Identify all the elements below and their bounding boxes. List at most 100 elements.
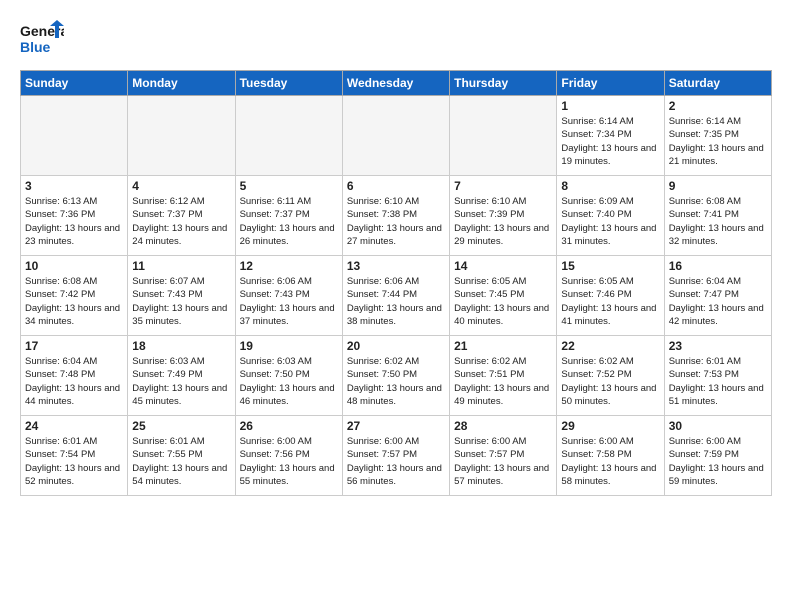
day-number: 11 (132, 259, 230, 273)
day-info: Sunrise: 6:12 AM Sunset: 7:37 PM Dayligh… (132, 195, 230, 248)
day-info: Sunrise: 6:06 AM Sunset: 7:44 PM Dayligh… (347, 275, 445, 328)
header-area: General Blue (20, 16, 772, 60)
day-info: Sunrise: 6:05 AM Sunset: 7:46 PM Dayligh… (561, 275, 659, 328)
calendar-cell: 13 Sunrise: 6:06 AM Sunset: 7:44 PM Dayli… (342, 256, 449, 336)
day-number: 1 (561, 99, 659, 113)
calendar-cell (450, 96, 557, 176)
calendar-cell: 10Sunrise: 6:08 AM Sunset: 7:42 PM Dayli… (21, 256, 128, 336)
day-number: 30 (669, 419, 767, 433)
day-info: Sunrise: 6:00 AM Sunset: 7:57 PM Dayligh… (347, 435, 445, 488)
calendar-cell: 17 Sunrise: 6:04 AM Sunset: 7:48 PM Dayli… (21, 336, 128, 416)
day-number: 29 (561, 419, 659, 433)
day-info: Sunrise: 6:08 AM Sunset: 7:41 PM Dayligh… (669, 195, 767, 248)
day-info: Sunrise: 6:00 AM Sunset: 7:56 PM Dayligh… (240, 435, 338, 488)
calendar-cell: 16 Sunrise: 6:04 AM Sunset: 7:47 PM Dayli… (664, 256, 771, 336)
calendar-week-row: 3 Sunrise: 6:13 AM Sunset: 7:36 PM Daylig… (21, 176, 772, 256)
calendar-cell (342, 96, 449, 176)
weekday-header: Friday (557, 71, 664, 96)
day-number: 21 (454, 339, 552, 353)
calendar-cell: 6 Sunrise: 6:10 AM Sunset: 7:38 PM Daylig… (342, 176, 449, 256)
day-number: 22 (561, 339, 659, 353)
day-info: Sunrise: 6:02 AM Sunset: 7:52 PM Dayligh… (561, 355, 659, 408)
day-number: 24 (25, 419, 123, 433)
calendar-cell (235, 96, 342, 176)
day-number: 4 (132, 179, 230, 193)
calendar-header-row: SundayMondayTuesdayWednesdayThursdayFrid… (21, 71, 772, 96)
calendar-cell: 5Sunrise: 6:11 AM Sunset: 7:37 PM Daylig… (235, 176, 342, 256)
calendar-cell: 8 Sunrise: 6:09 AM Sunset: 7:40 PM Daylig… (557, 176, 664, 256)
day-number: 10 (25, 259, 123, 273)
calendar-cell: 2Sunrise: 6:14 AM Sunset: 7:35 PM Daylig… (664, 96, 771, 176)
day-number: 6 (347, 179, 445, 193)
day-info: Sunrise: 6:04 AM Sunset: 7:47 PM Dayligh… (669, 275, 767, 328)
calendar-cell: 23 Sunrise: 6:01 AM Sunset: 7:53 PM Dayli… (664, 336, 771, 416)
logo: General Blue (20, 16, 64, 60)
day-info: Sunrise: 6:14 AM Sunset: 7:34 PM Dayligh… (561, 115, 659, 168)
day-info: Sunrise: 6:10 AM Sunset: 7:38 PM Dayligh… (347, 195, 445, 248)
day-number: 19 (240, 339, 338, 353)
day-info: Sunrise: 6:01 AM Sunset: 7:53 PM Dayligh… (669, 355, 767, 408)
calendar-week-row: 1 Sunrise: 6:14 AM Sunset: 7:34 PM Daylig… (21, 96, 772, 176)
weekday-header: Wednesday (342, 71, 449, 96)
calendar-cell (128, 96, 235, 176)
day-info: Sunrise: 6:13 AM Sunset: 7:36 PM Dayligh… (25, 195, 123, 248)
day-number: 12 (240, 259, 338, 273)
day-number: 27 (347, 419, 445, 433)
day-info: Sunrise: 6:10 AM Sunset: 7:39 PM Dayligh… (454, 195, 552, 248)
day-info: Sunrise: 6:01 AM Sunset: 7:54 PM Dayligh… (25, 435, 123, 488)
day-info: Sunrise: 6:01 AM Sunset: 7:55 PM Dayligh… (132, 435, 230, 488)
day-number: 13 (347, 259, 445, 273)
day-number: 2 (669, 99, 767, 113)
calendar-cell: 1 Sunrise: 6:14 AM Sunset: 7:34 PM Daylig… (557, 96, 664, 176)
day-number: 7 (454, 179, 552, 193)
calendar-cell: 19 Sunrise: 6:03 AM Sunset: 7:50 PM Dayli… (235, 336, 342, 416)
logo-svg: General Blue (20, 16, 64, 60)
day-number: 25 (132, 419, 230, 433)
calendar-cell: 7 Sunrise: 6:10 AM Sunset: 7:39 PM Daylig… (450, 176, 557, 256)
weekday-header: Saturday (664, 71, 771, 96)
day-info: Sunrise: 6:02 AM Sunset: 7:50 PM Dayligh… (347, 355, 445, 408)
day-info: Sunrise: 6:07 AM Sunset: 7:43 PM Dayligh… (132, 275, 230, 328)
day-number: 8 (561, 179, 659, 193)
day-number: 28 (454, 419, 552, 433)
weekday-header: Monday (128, 71, 235, 96)
day-number: 17 (25, 339, 123, 353)
weekday-header: Thursday (450, 71, 557, 96)
day-number: 26 (240, 419, 338, 433)
day-info: Sunrise: 6:06 AM Sunset: 7:43 PM Dayligh… (240, 275, 338, 328)
calendar-cell: 20Sunrise: 6:02 AM Sunset: 7:50 PM Dayli… (342, 336, 449, 416)
day-info: Sunrise: 6:00 AM Sunset: 7:57 PM Dayligh… (454, 435, 552, 488)
weekday-header: Sunday (21, 71, 128, 96)
weekday-header: Tuesday (235, 71, 342, 96)
day-info: Sunrise: 6:09 AM Sunset: 7:40 PM Dayligh… (561, 195, 659, 248)
svg-text:Blue: Blue (20, 39, 51, 55)
calendar: SundayMondayTuesdayWednesdayThursdayFrid… (20, 70, 772, 496)
calendar-week-row: 24 Sunrise: 6:01 AM Sunset: 7:54 PM Dayli… (21, 416, 772, 496)
day-info: Sunrise: 6:03 AM Sunset: 7:49 PM Dayligh… (132, 355, 230, 408)
day-number: 23 (669, 339, 767, 353)
calendar-cell: 12 Sunrise: 6:06 AM Sunset: 7:43 PM Dayli… (235, 256, 342, 336)
day-number: 16 (669, 259, 767, 273)
calendar-week-row: 17 Sunrise: 6:04 AM Sunset: 7:48 PM Dayli… (21, 336, 772, 416)
calendar-cell: 4 Sunrise: 6:12 AM Sunset: 7:37 PM Daylig… (128, 176, 235, 256)
day-info: Sunrise: 6:04 AM Sunset: 7:48 PM Dayligh… (25, 355, 123, 408)
day-number: 14 (454, 259, 552, 273)
calendar-cell: 21Sunrise: 6:02 AM Sunset: 7:51 PM Dayli… (450, 336, 557, 416)
calendar-cell: 30Sunrise: 6:00 AM Sunset: 7:59 PM Dayli… (664, 416, 771, 496)
calendar-cell: 18Sunrise: 6:03 AM Sunset: 7:49 PM Dayli… (128, 336, 235, 416)
page: General Blue SundayMondayTuesdayWednesda… (0, 0, 792, 506)
calendar-cell: 15Sunrise: 6:05 AM Sunset: 7:46 PM Dayli… (557, 256, 664, 336)
day-info: Sunrise: 6:05 AM Sunset: 7:45 PM Dayligh… (454, 275, 552, 328)
calendar-cell: 14 Sunrise: 6:05 AM Sunset: 7:45 PM Dayli… (450, 256, 557, 336)
calendar-cell: 9Sunrise: 6:08 AM Sunset: 7:41 PM Daylig… (664, 176, 771, 256)
calendar-cell: 25 Sunrise: 6:01 AM Sunset: 7:55 PM Dayli… (128, 416, 235, 496)
day-info: Sunrise: 6:11 AM Sunset: 7:37 PM Dayligh… (240, 195, 338, 248)
calendar-cell: 28 Sunrise: 6:00 AM Sunset: 7:57 PM Dayli… (450, 416, 557, 496)
calendar-cell: 26 Sunrise: 6:00 AM Sunset: 7:56 PM Dayli… (235, 416, 342, 496)
calendar-cell: 27 Sunrise: 6:00 AM Sunset: 7:57 PM Dayli… (342, 416, 449, 496)
calendar-cell: 11 Sunrise: 6:07 AM Sunset: 7:43 PM Dayli… (128, 256, 235, 336)
day-number: 3 (25, 179, 123, 193)
day-info: Sunrise: 6:03 AM Sunset: 7:50 PM Dayligh… (240, 355, 338, 408)
calendar-cell: 29Sunrise: 6:00 AM Sunset: 7:58 PM Dayli… (557, 416, 664, 496)
calendar-cell: 22 Sunrise: 6:02 AM Sunset: 7:52 PM Dayli… (557, 336, 664, 416)
